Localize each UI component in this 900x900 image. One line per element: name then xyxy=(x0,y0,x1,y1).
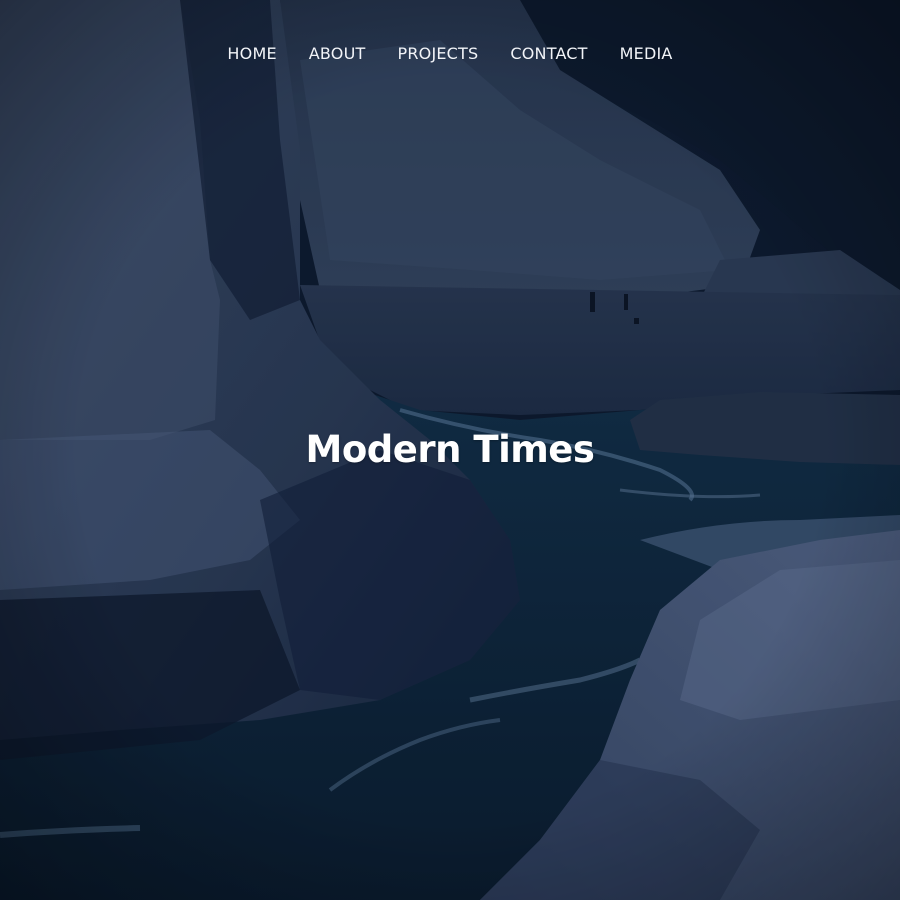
nav-item-contact[interactable]: CONTACT xyxy=(494,42,603,66)
main-nav: HOME ABOUT PROJECTS CONTACT MEDIA xyxy=(0,42,900,66)
nav-item-media[interactable]: MEDIA xyxy=(604,42,689,66)
hero-title: Modern Times xyxy=(305,428,595,471)
hero-section: HOME ABOUT PROJECTS CONTACT MEDIA Modern… xyxy=(0,0,900,900)
nav-item-about[interactable]: ABOUT xyxy=(293,42,382,66)
nav-item-home[interactable]: HOME xyxy=(211,42,292,66)
nav-item-projects[interactable]: PROJECTS xyxy=(381,42,494,66)
